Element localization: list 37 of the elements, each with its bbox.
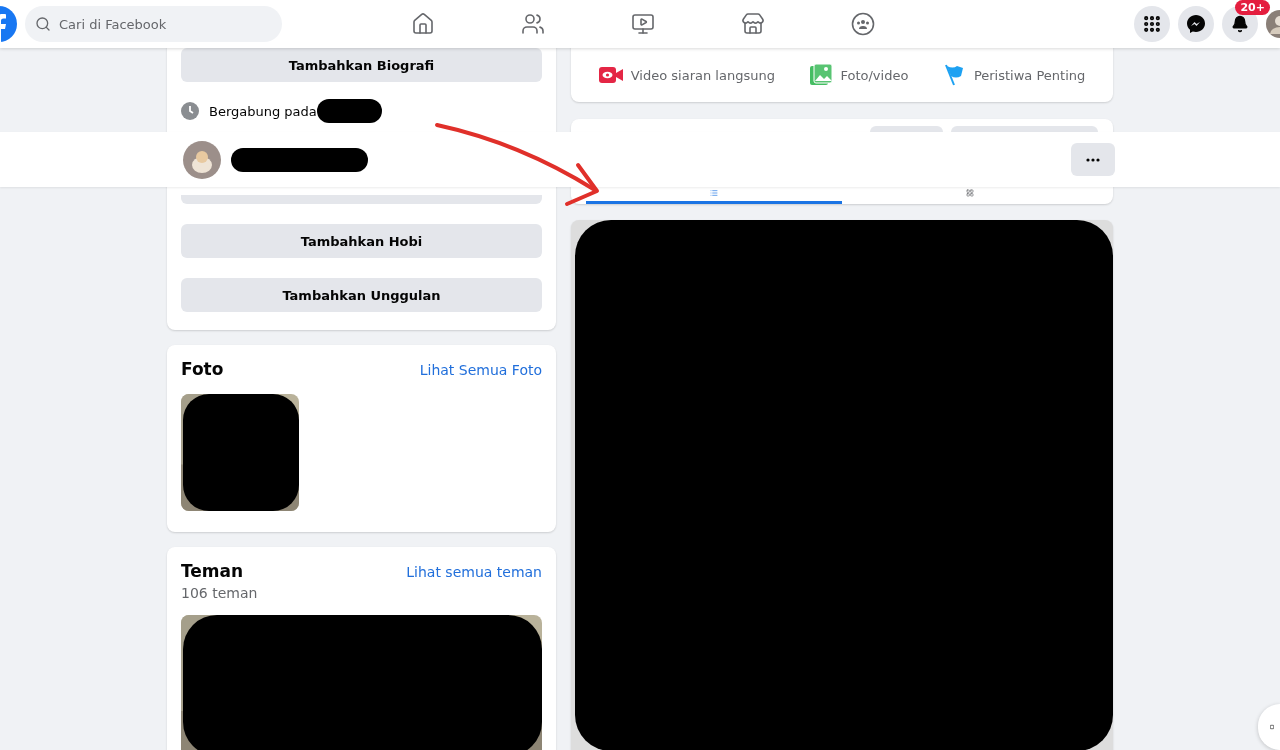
more-icon	[1086, 157, 1100, 162]
search-icon	[35, 16, 51, 32]
redaction	[316, 99, 382, 123]
groups-icon[interactable]	[851, 12, 875, 36]
composer-action[interactable]: Video siaran langsung	[592, 60, 781, 90]
add-featured-button[interactable]: Tambahkan Hobi	[181, 224, 542, 258]
profile-avatar[interactable]	[183, 140, 221, 179]
clock-icon	[181, 102, 199, 120]
flag-icon	[943, 64, 966, 86]
see-all-photos-link[interactable]: Lihat Semua Foto	[419, 362, 542, 378]
store-icon[interactable]	[741, 12, 765, 36]
video-icon[interactable]	[631, 12, 655, 36]
bell-icon	[1231, 15, 1249, 33]
more-button[interactable]	[1071, 143, 1115, 176]
add-bio-button[interactable]: Tambahkan Biografi	[181, 48, 542, 82]
apps-icon	[1142, 14, 1162, 34]
section-title: Foto	[181, 359, 224, 379]
messenger-button[interactable]	[1178, 6, 1214, 42]
joined-label: Bergabung pada	[209, 103, 317, 119]
messenger-icon	[1186, 14, 1206, 34]
search-bar[interactable]: Cari di Facebook	[25, 6, 282, 42]
composer-action[interactable]: Foto/video	[804, 60, 915, 90]
photo-icon	[810, 64, 833, 86]
menu-button[interactable]	[1134, 6, 1170, 42]
video-camera-icon	[598, 66, 623, 84]
friend-count: 106 teman	[181, 585, 259, 601]
section-title: Teman	[181, 561, 244, 581]
composer-action[interactable]: Peristiwa Penting	[937, 60, 1092, 90]
grid-icon	[966, 189, 974, 197]
see-all-friends-link[interactable]: Lihat semua teman	[406, 564, 542, 580]
search-field[interactable]: Cari di Facebook	[57, 15, 261, 33]
friends-icon[interactable]	[521, 12, 545, 36]
list-icon	[710, 189, 718, 197]
home-icon[interactable]	[411, 12, 435, 36]
avatar[interactable]	[1266, 10, 1280, 38]
notification-badge: 20+	[1235, 0, 1270, 15]
add-featured-button[interactable]: Tambahkan Unggulan	[181, 278, 542, 312]
